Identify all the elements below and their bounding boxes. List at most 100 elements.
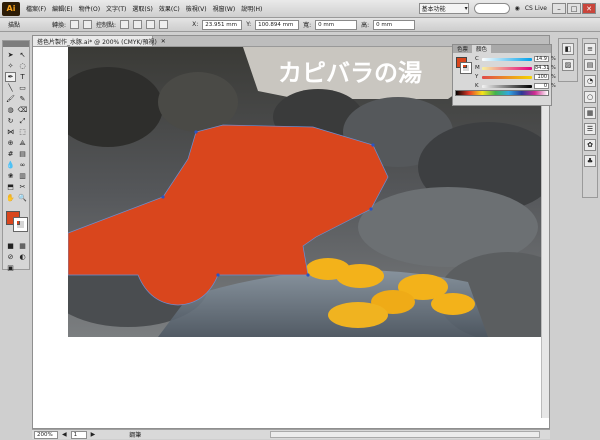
width-tool-icon[interactable]: ⋈ xyxy=(5,127,16,137)
zoom-field[interactable]: 200% xyxy=(34,430,58,439)
cs-live-label[interactable]: CS Live xyxy=(525,5,547,12)
chevron-down-icon: ▾ xyxy=(464,5,468,12)
anchor-point[interactable] xyxy=(306,273,310,277)
transparency-panel-icon[interactable]: ◔ xyxy=(584,75,596,87)
document-tab[interactable]: 搭色片製作_水豚.ai* @ 200% (CMYK/預視) ✕ xyxy=(33,36,166,47)
anchor-point[interactable] xyxy=(369,207,373,211)
show-handles-icon[interactable] xyxy=(120,20,130,29)
color-panel-icon[interactable]: ◧ xyxy=(562,43,574,55)
convert-corner-icon[interactable] xyxy=(70,20,80,29)
stroke-panel-icon[interactable]: ≡ xyxy=(584,43,596,55)
rotate-tool-icon[interactable]: ↻ xyxy=(5,116,16,126)
hand-tool-icon[interactable]: ✋ xyxy=(5,193,16,203)
perspective-grid-tool-icon[interactable]: ⟁ xyxy=(17,138,28,148)
graph-tool-icon[interactable]: ▥ xyxy=(17,171,28,181)
color-spectrum-bar[interactable] xyxy=(455,90,549,96)
x-field[interactable]: 23.951 mm xyxy=(202,19,243,30)
workspace-select[interactable]: 基本功能 ▾ xyxy=(418,3,469,14)
layers-panel-icon[interactable]: ☰ xyxy=(584,123,596,135)
line-tool-icon[interactable]: ╲ xyxy=(5,83,16,93)
color-panel-body: C 14.9 % M 84.31 % Y 100 % K 0 % xyxy=(453,53,556,99)
channel-slider[interactable] xyxy=(482,57,532,61)
menu-select[interactable]: 選取(S) xyxy=(132,4,153,13)
shape-builder-tool-icon[interactable]: ⊕ xyxy=(5,138,16,148)
menu-window[interactable]: 視窗(W) xyxy=(213,4,236,13)
menu-type[interactable]: 文字(T) xyxy=(106,4,126,13)
channel-slider[interactable] xyxy=(482,75,532,79)
hide-handles-icon[interactable] xyxy=(133,20,143,29)
anchor-point[interactable] xyxy=(194,130,198,134)
scale-tool-icon[interactable]: ⤢ xyxy=(17,116,28,126)
eraser-tool-icon[interactable]: ⌫ xyxy=(17,105,28,115)
menu-view[interactable]: 檢視(V) xyxy=(186,4,207,13)
search-input[interactable] xyxy=(473,3,510,14)
menu-file[interactable]: 檔案(F) xyxy=(26,4,46,13)
menu-help[interactable]: 說明(H) xyxy=(241,4,262,13)
channel-value[interactable]: 100 xyxy=(534,74,549,80)
convert-smooth-icon[interactable] xyxy=(83,20,93,29)
symbol-sprayer-tool-icon[interactable]: ❀ xyxy=(5,171,16,181)
free-transform-tool-icon[interactable]: ⬚ xyxy=(17,127,28,137)
stroke-swatch[interactable] xyxy=(13,217,28,232)
close-button[interactable]: ✕ xyxy=(582,3,596,14)
blend-tool-icon[interactable]: ∞ xyxy=(17,160,28,170)
direct-selection-tool-icon[interactable]: ↖ xyxy=(17,50,28,60)
illustrator-window: Ai 檔案(F) 編輯(E) 物件(O) 文字(T) 選取(S) 效果(C) 檢… xyxy=(0,0,600,440)
none-mode-icon[interactable]: ⊘ xyxy=(5,252,16,262)
menu-effect[interactable]: 效果(C) xyxy=(159,4,180,13)
color-guide-icon[interactable]: ▨ xyxy=(562,59,574,71)
draw-mode-icon[interactable]: ◐ xyxy=(17,252,28,262)
close-tab-icon[interactable]: ✕ xyxy=(161,38,166,45)
gradient-panel-icon[interactable]: ▤ xyxy=(584,59,596,71)
appearance-panel-icon[interactable]: ○ xyxy=(584,91,596,103)
menu-edit[interactable]: 編輯(E) xyxy=(52,4,72,13)
artboard-tool-icon[interactable]: ⬒ xyxy=(5,182,16,192)
next-artboard-icon[interactable]: ▶ xyxy=(91,431,96,438)
channel-slider[interactable] xyxy=(482,66,532,70)
artboard-number-field[interactable]: 1 xyxy=(70,430,87,439)
lasso-tool-icon[interactable]: ◌ xyxy=(17,61,28,71)
color-panel-stroke-swatch[interactable] xyxy=(460,62,472,74)
horizontal-scrollbar[interactable] xyxy=(270,431,540,438)
zoom-tool-icon[interactable]: 🔍 xyxy=(17,193,28,203)
tab-swatches[interactable]: 色票 xyxy=(453,45,472,53)
first-artboard-icon[interactable]: ◀ xyxy=(62,431,67,438)
brushes-panel-icon[interactable]: ✿ xyxy=(584,139,596,151)
menu-object[interactable]: 物件(O) xyxy=(79,4,100,13)
align-icon[interactable] xyxy=(159,20,169,29)
maximize-button[interactable]: □ xyxy=(567,3,581,14)
graphic-styles-panel-icon[interactable]: ▦ xyxy=(584,107,596,119)
color-mode-icon[interactable]: ■ xyxy=(5,241,16,251)
anchor-point[interactable] xyxy=(371,143,375,147)
y-label: Y: xyxy=(246,21,252,28)
y-field[interactable]: 100.894 mm xyxy=(255,19,300,30)
eyedropper-tool-icon[interactable]: 💧 xyxy=(5,160,16,170)
pen-tool-icon[interactable]: ✒ xyxy=(5,72,16,82)
paintbrush-tool-icon[interactable]: 🖌 xyxy=(5,94,16,104)
magic-wand-tool-icon[interactable]: ✧ xyxy=(5,61,16,71)
rectangle-tool-icon[interactable]: ▭ xyxy=(17,83,28,93)
gradient-tool-icon[interactable]: ▤ xyxy=(17,149,28,159)
height-field[interactable]: 0 mm xyxy=(373,19,416,30)
symbols-panel-icon[interactable]: ♣ xyxy=(584,155,596,167)
slice-tool-icon[interactable]: ✂ xyxy=(17,182,28,192)
selection-tool-icon[interactable]: ➤ xyxy=(5,50,16,60)
anchor-point[interactable] xyxy=(161,195,165,199)
channel-value[interactable]: 14.9 xyxy=(534,56,549,62)
channel-value[interactable]: 84.31 xyxy=(534,65,549,71)
screen-mode-icon[interactable]: ▣ xyxy=(5,263,16,273)
width-field[interactable]: 0 mm xyxy=(315,19,358,30)
cs-live-icon[interactable]: ◉ xyxy=(515,5,520,12)
mesh-tool-icon[interactable]: # xyxy=(5,149,16,159)
pencil-tool-icon[interactable]: ✎ xyxy=(17,94,28,104)
gradient-mode-icon[interactable]: ▦ xyxy=(17,241,28,251)
type-tool-icon[interactable]: T xyxy=(17,72,28,82)
minimize-button[interactable]: – xyxy=(552,3,566,14)
channel-slider[interactable] xyxy=(482,84,532,88)
cut-path-icon[interactable] xyxy=(146,20,156,29)
blob-brush-tool-icon[interactable]: ◍ xyxy=(5,105,16,115)
channel-value[interactable]: 0 xyxy=(534,83,549,89)
tab-color[interactable]: 顏色 xyxy=(472,45,492,53)
anchor-point[interactable] xyxy=(216,273,220,277)
window-controls: – □ ✕ xyxy=(552,3,596,14)
